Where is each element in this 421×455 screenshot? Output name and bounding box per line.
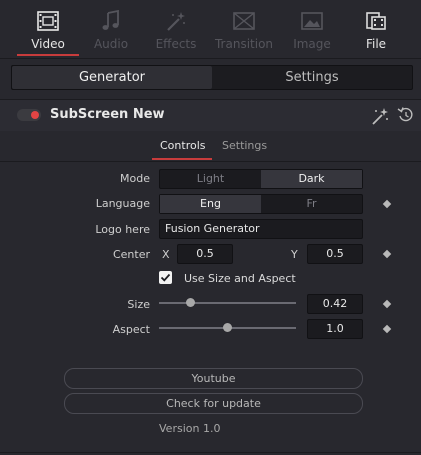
- tab-effects[interactable]: Effects: [145, 0, 207, 56]
- file-film-icon: [366, 12, 386, 30]
- check-update-button[interactable]: Check for update: [64, 393, 363, 414]
- node-enable-toggle[interactable]: [17, 109, 41, 121]
- active-tab-underline: [17, 54, 79, 56]
- logo-label: Logo here: [95, 223, 150, 236]
- center-x-label: X: [162, 248, 170, 261]
- tab-audio-label: Audio: [93, 37, 129, 51]
- transition-icon: [233, 12, 255, 30]
- mode-label: Mode: [120, 172, 150, 185]
- keyframe-diamond-aspect[interactable]: [382, 324, 392, 334]
- version-text: Version 1.0: [159, 422, 221, 435]
- settings-tab[interactable]: Settings: [212, 66, 412, 89]
- tab-video[interactable]: Video: [17, 0, 79, 56]
- tab-audio[interactable]: Audio: [81, 0, 141, 56]
- mode-option-dark[interactable]: Dark: [261, 170, 362, 188]
- logo-text-input[interactable]: Fusion Generator: [159, 219, 363, 239]
- tab-file[interactable]: File: [346, 0, 406, 56]
- tab-controls[interactable]: Controls: [160, 139, 206, 152]
- film-icon: [37, 11, 59, 31]
- size-input[interactable]: 0.42: [307, 294, 363, 314]
- use-size-aspect-label: Use Size and Aspect: [184, 272, 296, 285]
- inspector-subtabs: Controls Settings: [0, 131, 421, 162]
- tab-transition-label: Transition: [214, 37, 274, 51]
- generator-tab[interactable]: Generator: [12, 66, 212, 89]
- mode-switch: Light Dark: [159, 169, 363, 189]
- node-header: SubScreen New: [0, 99, 421, 132]
- node-title: SubScreen New: [50, 107, 165, 122]
- inspector-toolbar: Video Audio Effects Transition Image Fil…: [0, 0, 421, 59]
- tab-transition[interactable]: Transition: [212, 0, 276, 56]
- youtube-button[interactable]: Youtube: [64, 368, 363, 389]
- panel-divider: [0, 452, 421, 453]
- toggle-indicator: [31, 111, 39, 119]
- size-slider-thumb[interactable]: [186, 298, 195, 307]
- language-label: Language: [95, 197, 150, 210]
- tab-image-label: Image: [293, 37, 331, 51]
- language-option-fr[interactable]: Fr: [261, 195, 362, 213]
- language-switch: Eng Fr: [159, 194, 363, 214]
- center-y-label: Y: [291, 248, 298, 261]
- tab-image[interactable]: Image: [282, 0, 342, 56]
- magic-wand-icon[interactable]: [370, 106, 390, 126]
- center-y-input[interactable]: 0.5: [307, 244, 363, 264]
- mode-option-light[interactable]: Light: [160, 170, 261, 188]
- aspect-label: Aspect: [112, 323, 150, 336]
- keyframe-diamond-center[interactable]: [382, 249, 392, 259]
- keyframe-diamond-size[interactable]: [382, 299, 392, 309]
- tab-effects-label: Effects: [155, 37, 197, 51]
- tab-file-label: File: [365, 37, 387, 51]
- music-note-icon: [102, 10, 119, 30]
- keyframe-diamond-language[interactable]: [382, 199, 392, 209]
- use-size-aspect-checkbox[interactable]: [159, 271, 172, 284]
- language-option-eng[interactable]: Eng: [160, 195, 261, 213]
- tab-settings[interactable]: Settings: [222, 139, 267, 152]
- magic-wand-icon: [167, 12, 185, 31]
- generator-settings-switch: Generator Settings: [11, 65, 413, 90]
- active-subtab-underline: [152, 158, 212, 160]
- reset-icon[interactable]: [397, 106, 415, 124]
- tab-video-label: Video: [31, 37, 65, 51]
- checkmark-icon: [160, 273, 171, 282]
- aspect-slider-thumb[interactable]: [223, 323, 232, 332]
- center-label: Center: [112, 248, 150, 261]
- size-slider-track[interactable]: [159, 302, 296, 304]
- aspect-input[interactable]: 1.0: [307, 319, 363, 339]
- size-label: Size: [127, 298, 150, 311]
- image-icon: [301, 12, 323, 30]
- center-x-input[interactable]: 0.5: [177, 244, 233, 264]
